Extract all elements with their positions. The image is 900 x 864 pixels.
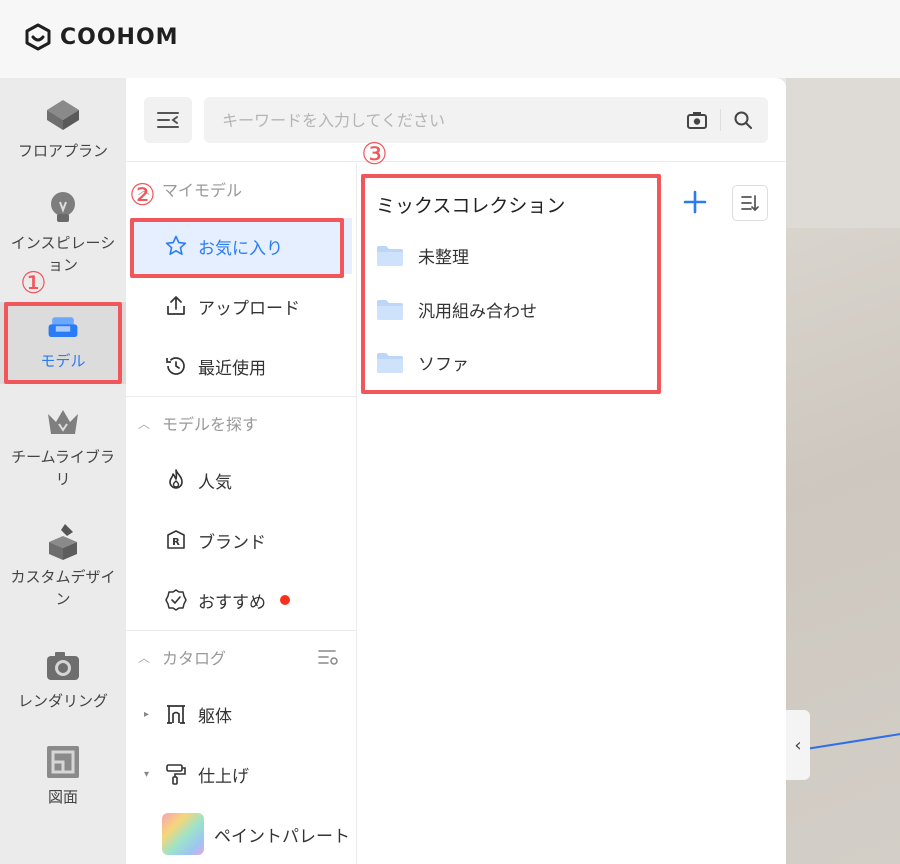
nav-item-paint-palette[interactable]: ペイントパレート [130, 806, 352, 862]
divider [126, 396, 357, 397]
fire-icon [169, 469, 183, 489]
rail-item-floorplan[interactable]: フロアプラン [0, 96, 126, 162]
nav-item-label: おすすめ [198, 592, 266, 613]
sort-icon [741, 195, 759, 212]
nav-item-label: ペイントパレート [214, 826, 350, 847]
nav-item-label: ブランド [198, 532, 266, 553]
collapse-list-icon [157, 112, 179, 128]
annotation-box-2 [130, 218, 344, 278]
nav-item-finishes[interactable]: ▾ 仕上げ [130, 746, 352, 802]
annotation-number-1: ① [20, 266, 47, 301]
lightbulb-icon [51, 192, 75, 222]
section-catalog[interactable]: ︿ カタログ [138, 645, 226, 669]
camera-icon [47, 652, 79, 680]
nav-item-upload[interactable]: アップロード [130, 278, 352, 334]
rail-item-inspiration[interactable]: インスピレーション [0, 188, 126, 276]
catalog-settings-icon[interactable] [316, 645, 340, 669]
nav-item-label: アップロード [198, 298, 300, 319]
plus-icon [683, 190, 707, 214]
chevron-up-icon: ︿ [138, 650, 151, 665]
upload-icon [167, 296, 185, 315]
nav-item-recent[interactable]: 最近使用 [130, 338, 352, 394]
sort-button[interactable] [732, 185, 768, 221]
image-search-icon[interactable] [686, 109, 708, 131]
history-icon [166, 357, 185, 375]
toggle-menu-button[interactable] [144, 97, 192, 143]
coohom-logo-icon [25, 23, 51, 51]
section-header: マイモデル [162, 181, 243, 200]
section-header: カタログ [162, 649, 227, 668]
search-box [204, 97, 768, 143]
rail-item-label: フロアプラン [17, 142, 108, 160]
drawing-icon [47, 746, 79, 778]
rail-item-drawing[interactable]: 図面 [0, 742, 126, 808]
nav-item-label: 躯体 [198, 706, 232, 727]
caret-right-icon[interactable]: ▸ [144, 709, 154, 720]
rail-item-label: レンダリング [17, 692, 108, 710]
search-icon[interactable] [732, 109, 754, 131]
paint-roller-icon [166, 764, 186, 785]
structure-icon [167, 705, 185, 724]
divider [126, 630, 357, 631]
nav-item-brand[interactable]: R ブランド [130, 512, 352, 568]
caret-down-icon[interactable]: ▾ [144, 769, 154, 780]
section-header: モデルを探す [162, 415, 259, 434]
annotation-number-3: ③ [361, 137, 388, 172]
annotation-box-3 [361, 174, 661, 394]
recommend-badge-icon [165, 589, 187, 611]
rail-item-label: チームライブラリ [11, 448, 115, 488]
crown-icon [48, 410, 78, 434]
annotation-number-2: ② [129, 178, 156, 213]
nav-item-popular[interactable]: 人気 [130, 452, 352, 508]
chevron-up-icon: ︿ [138, 416, 151, 431]
nav-item-structure[interactable]: ▸ 躯体 [130, 686, 352, 742]
new-badge-dot [280, 595, 290, 605]
section-find-models[interactable]: ︿ モデルを探す [138, 411, 258, 435]
add-folder-button[interactable] [680, 187, 710, 217]
rail-item-label: 図面 [47, 788, 78, 806]
rail-item-team-library[interactable]: チームライブラリ [0, 402, 126, 490]
svg-text:R: R [172, 537, 180, 548]
brand-name: COOHOM [60, 24, 179, 50]
annotation-box-1 [4, 302, 122, 384]
left-rail: フロアプラン インスピレーション モデル チームライブラリ カスタムデザイン レ… [0, 78, 126, 864]
rail-item-label: カスタムデザイン [10, 568, 116, 608]
nav-item-label: 最近使用 [198, 358, 266, 379]
search-input[interactable] [204, 97, 674, 143]
paint-palette-thumbnail [162, 813, 204, 855]
app-header: COOHOM [0, 0, 900, 78]
floorplan-icon [47, 100, 79, 130]
rail-item-rendering[interactable]: レンダリング [0, 646, 126, 712]
canvas-wall [786, 78, 900, 238]
panel-toolbar [126, 78, 786, 162]
coohom-logo[interactable]: COOHOM [24, 23, 179, 51]
brand-r-icon: R [167, 530, 185, 549]
rail-item-custom-design[interactable]: カスタムデザイン [0, 522, 126, 610]
nav-item-label: 人気 [198, 472, 232, 493]
nav-item-recommended[interactable]: おすすめ [130, 572, 352, 628]
nav-item-label: 仕上げ [198, 766, 249, 787]
search-separator [720, 109, 721, 131]
chevron-left-icon: ‹ [794, 734, 802, 756]
custom-design-icon [49, 524, 77, 560]
collapse-panel-button[interactable]: ‹ [786, 710, 810, 780]
